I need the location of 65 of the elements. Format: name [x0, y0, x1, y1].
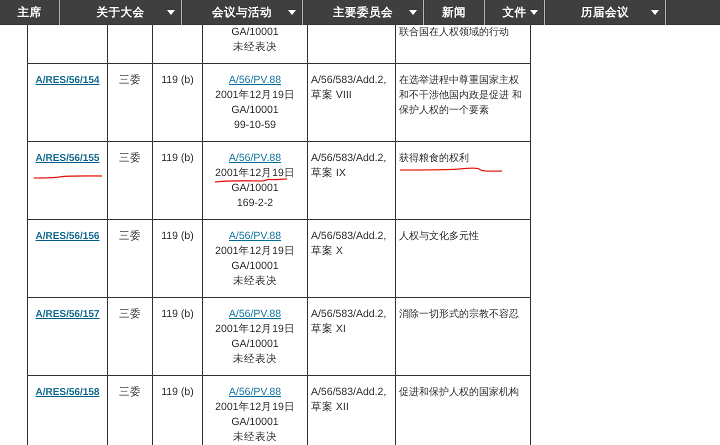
caret-icon: [288, 10, 296, 15]
committee-report-text: A/56/583/Add.2,: [311, 307, 388, 322]
resolution-title: 消除一切形式的宗教不容忍: [399, 309, 519, 320]
meeting-record-link[interactable]: A/56/PV.88: [228, 73, 282, 88]
meeting-record-link[interactable]: A/56/PV.88: [228, 151, 282, 166]
caret-icon: [651, 10, 659, 15]
committee-text: 三委: [119, 386, 141, 398]
meeting-date: 2001年12月19日: [215, 245, 295, 257]
vote-result-text: 未经表决: [232, 352, 278, 367]
resolution-link[interactable]: A/RES/56/155: [36, 153, 100, 164]
nav-menu-item[interactable]: 关于大会: [60, 0, 182, 25]
caret-icon: [167, 10, 175, 15]
resolution-link[interactable]: A/RES/56/156: [36, 231, 100, 242]
vote-result-text: 未经表决: [232, 40, 278, 55]
committee-report-text: A/56/583/Add.2,: [311, 151, 388, 166]
press-release-text: GA/10001: [230, 103, 280, 118]
committee-report-text: 草案 X: [311, 244, 344, 259]
nav-menu-item[interactable]: 新闻: [424, 0, 485, 25]
resolution-link[interactable]: A/RES/56/157: [36, 309, 100, 320]
committee-report-text: 草案 XI: [311, 322, 347, 337]
meeting-date: 2001年12月19日: [215, 401, 295, 413]
nav-menu-item[interactable]: 主要委员会: [303, 0, 424, 25]
meeting-date: 2001年12月19日: [215, 323, 295, 335]
committee-report-text: 草案 IX: [311, 166, 347, 181]
committee-text: 三委: [119, 230, 141, 242]
committee-report-text: 草案 VIII: [311, 88, 353, 103]
nav-menu-item[interactable]: 文件: [485, 0, 545, 25]
committee-text: 三委: [119, 308, 141, 320]
meeting-date: 2001年12月19日: [215, 89, 295, 101]
press-release-text: GA/10001: [230, 337, 280, 352]
meeting-date: 2001年12月19日: [215, 167, 295, 179]
resolution-link[interactable]: A/RES/56/158: [36, 387, 100, 398]
resolution-title: 联合国在人权领域的行动: [399, 27, 509, 38]
resolution-link[interactable]: A/RES/56/154: [36, 75, 100, 86]
nav-menu-item[interactable]: 历届会议: [545, 0, 666, 25]
press-release-text: GA/10001: [230, 415, 280, 430]
resolution-title: 在选举进程中尊重国家主权和不干涉他国内政是促进 和保护人权的一个要素: [399, 75, 522, 116]
committee-text: 三委: [119, 74, 141, 86]
agenda-item-text: 119 (b): [161, 152, 194, 164]
caret-icon: [409, 10, 417, 15]
agenda-item-text: 119 (b): [161, 230, 194, 242]
nav-menu-item[interactable]: 会议与活动: [182, 0, 303, 25]
press-release-text: GA/10001: [230, 25, 280, 40]
nav-menu-item[interactable]: 主席: [0, 0, 60, 25]
agenda-item-text: 119 (b): [161, 308, 194, 320]
press-release-text: GA/10001: [230, 181, 280, 196]
resolution-title: 获得粮食的权利: [399, 153, 469, 164]
resolution-title: 人权与文化多元性: [399, 231, 479, 242]
vote-result-text: 未经表决: [232, 430, 278, 445]
meeting-record-link[interactable]: A/56/PV.88: [228, 229, 282, 244]
vote-result-text: 99-10-59: [232, 118, 278, 133]
caret-icon: [530, 10, 538, 15]
vote-result-text: 169-2-2: [236, 196, 274, 211]
committee-text: 三委: [119, 152, 141, 164]
vote-result-text: 未经表决: [232, 274, 278, 289]
agenda-item-text: 119 (b): [161, 74, 194, 86]
committee-report-text: 草案 XII: [311, 400, 350, 415]
meeting-record-link[interactable]: A/56/PV.88: [228, 307, 282, 322]
committee-report-text: A/56/583/Add.2,: [311, 385, 388, 400]
committee-report-text: A/56/583/Add.2,: [311, 73, 388, 88]
press-release-text: GA/10001: [230, 259, 280, 274]
meeting-record-link[interactable]: A/56/PV.88: [228, 385, 282, 400]
agenda-item-text: 119 (b): [161, 386, 194, 398]
committee-report-text: A/56/583/Add.2,: [311, 229, 388, 244]
resolution-title: 促进和保护人权的国家机构: [399, 387, 519, 398]
